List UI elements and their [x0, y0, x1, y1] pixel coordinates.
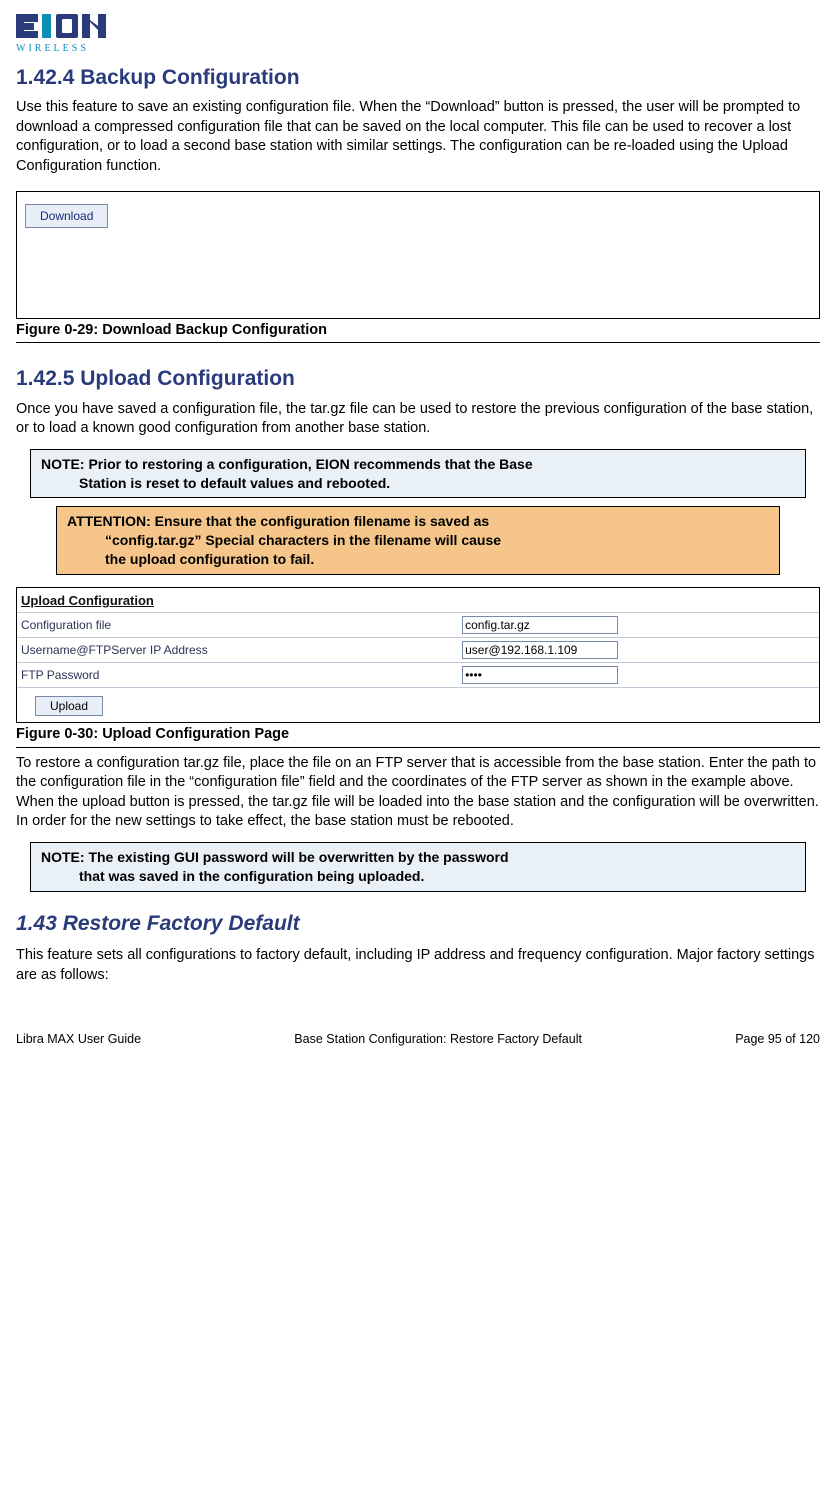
figure-upload-box: Upload Configuration Configuration file … — [16, 587, 820, 723]
download-button[interactable]: Download — [25, 204, 108, 228]
brand-logo: WIRELESS — [16, 14, 820, 54]
footer-right: Page 95 of 120 — [735, 1031, 820, 1048]
footer-center: Base Station Configuration: Restore Fact… — [294, 1031, 582, 1048]
figure-caption-30: Figure 0-30: Upload Configuration Page — [16, 723, 820, 748]
note2-line2: that was saved in the configuration bein… — [41, 867, 795, 886]
note1-line1: NOTE: Prior to restoring a configuration… — [41, 456, 533, 472]
attn-line2: “config.tar.gz” Special characters in th… — [67, 531, 769, 550]
cfg-input[interactable] — [462, 616, 618, 634]
attention-box: ATTENTION: Ensure that the configuration… — [56, 506, 780, 575]
para-upload-2: To restore a configuration tar.gz file, … — [16, 754, 820, 832]
upload-panel-title: Upload Configuration — [17, 588, 819, 613]
pw-label: FTP Password — [17, 662, 458, 687]
note2-line1: NOTE: The existing GUI password will be … — [41, 849, 509, 865]
note-box-2: NOTE: The existing GUI password will be … — [30, 842, 806, 892]
cfg-label: Configuration file — [17, 613, 458, 638]
attn-line1: ATTENTION: Ensure that the configuration… — [67, 513, 489, 529]
upload-button[interactable]: Upload — [35, 696, 103, 716]
para-restore: This feature sets all configurations to … — [16, 946, 820, 985]
heading-upload: 1.42.5 Upload Configuration — [16, 365, 820, 393]
figure-download-box: Download — [16, 191, 820, 319]
pw-input[interactable] — [462, 666, 618, 684]
para-backup: Use this feature to save an existing con… — [16, 98, 820, 176]
note-box-1: NOTE: Prior to restoring a configuration… — [30, 449, 806, 499]
footer-left: Libra MAX User Guide — [16, 1031, 141, 1048]
heading-backup: 1.42.4 Backup Configuration — [16, 64, 820, 92]
note1-line2: Station is reset to default values and r… — [41, 474, 795, 493]
user-input[interactable] — [462, 641, 618, 659]
attn-line3: the upload configuration to fail. — [67, 550, 769, 569]
page-footer: Libra MAX User Guide Base Station Config… — [16, 1031, 820, 1048]
user-label: Username@FTPServer IP Address — [17, 637, 458, 662]
para-upload-1: Once you have saved a configuration file… — [16, 400, 820, 439]
heading-restore: 1.43 Restore Factory Default — [16, 910, 820, 938]
logo-subtext: WIRELESS — [16, 43, 89, 54]
figure-caption-29: Figure 0-29: Download Backup Configurati… — [16, 319, 820, 344]
